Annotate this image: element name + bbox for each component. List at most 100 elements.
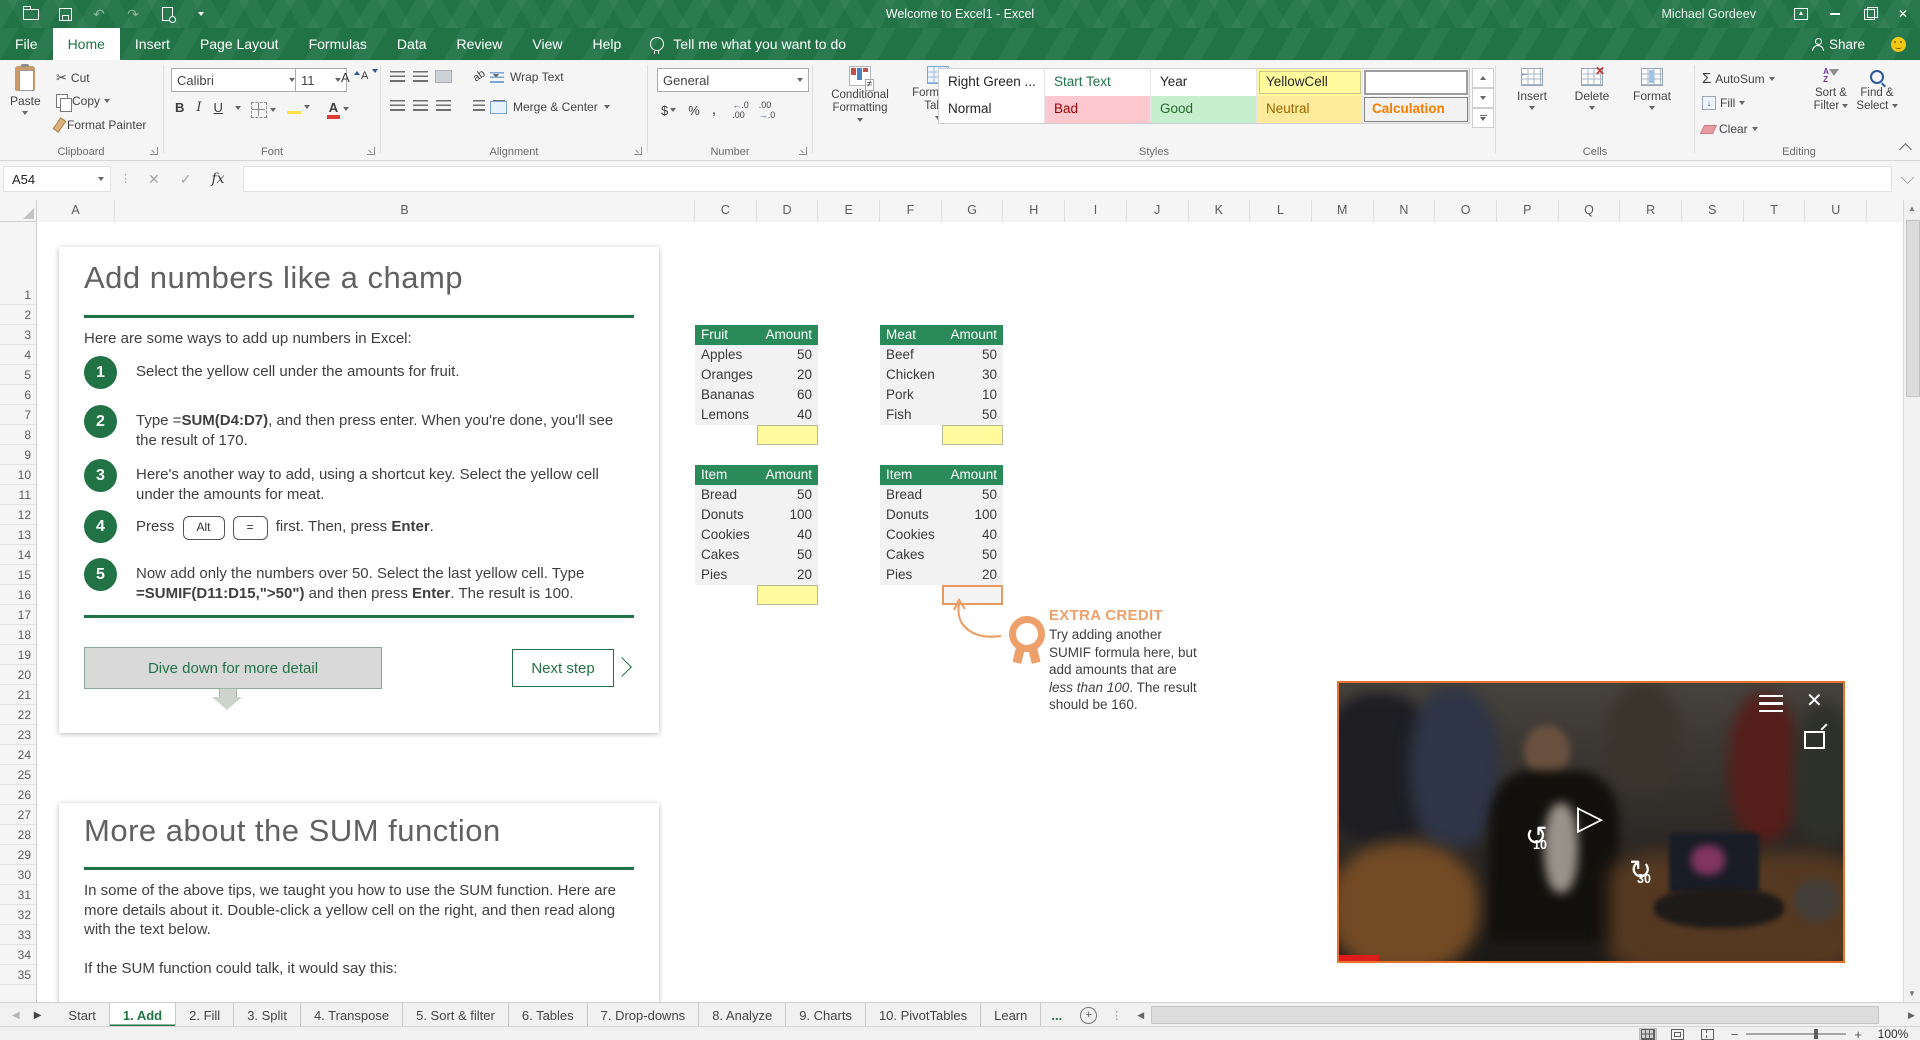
yellow-answer-cell[interactable] (757, 425, 818, 445)
bold-button[interactable]: B (175, 100, 184, 115)
sheet-tab-10-pivottables[interactable]: 10. PivotTables (866, 1003, 982, 1027)
row-header-27[interactable]: 27 (0, 805, 36, 825)
row-header-9[interactable]: 9 (0, 445, 36, 465)
conditional-formatting-button[interactable]: Conditional Formatting (816, 66, 904, 122)
new-sheet-button[interactable]: + (1072, 1003, 1105, 1027)
fill-color-icon[interactable] (287, 100, 301, 114)
header-item[interactable]: Item (880, 465, 942, 485)
style-calculation[interactable]: Calculation (1363, 96, 1469, 123)
column-header-N[interactable]: N (1374, 200, 1436, 222)
sheet-tab-start[interactable]: Start (55, 1003, 110, 1027)
worksheet-grid[interactable]: Add numbers like a champ Here are some w… (37, 222, 1903, 1002)
font-dialog-launcher-icon[interactable] (367, 147, 375, 155)
cell-value[interactable]: 40 (757, 405, 818, 425)
style-start-text[interactable]: Start Text (1045, 69, 1151, 96)
decrease-indent-icon[interactable] (473, 100, 485, 111)
bottom-align-icon[interactable] (435, 69, 452, 83)
column-header-A[interactable]: A (37, 200, 115, 222)
cell-pork[interactable]: Pork (880, 385, 942, 405)
header-item[interactable]: Item (695, 465, 757, 485)
sheet-nav-prev-icon[interactable]: ◀ (12, 1010, 20, 1021)
row-header-8[interactable]: 8 (0, 425, 36, 445)
grow-font-button[interactable]: A (341, 70, 360, 85)
name-box[interactable]: A54 (3, 166, 111, 192)
ribbon-tab-formulas[interactable]: Formulas (294, 28, 382, 60)
tell-me-box[interactable]: Tell me what you want to do (650, 28, 846, 60)
empty-cell[interactable] (695, 585, 757, 605)
row-header-14[interactable]: 14 (0, 545, 36, 565)
cell-value[interactable]: 10 (942, 385, 1003, 405)
row-header-3[interactable]: 3 (0, 325, 36, 345)
paste-button[interactable]: Paste (10, 64, 41, 115)
align-left-icon[interactable] (390, 100, 405, 111)
row-header-24[interactable]: 24 (0, 745, 36, 765)
sheet-tab-9-charts[interactable]: 9. Charts (786, 1003, 866, 1027)
style-normal[interactable]: Normal (939, 96, 1045, 123)
cell-value[interactable]: 50 (942, 345, 1003, 365)
row-header-28[interactable]: 28 (0, 825, 36, 845)
column-header-Q[interactable]: Q (1559, 200, 1621, 222)
number-format-select[interactable]: General (657, 68, 809, 92)
select-all-corner[interactable] (0, 200, 37, 222)
percent-style-icon[interactable]: % (688, 103, 700, 118)
increase-decimal-icon[interactable]: ←.0.00 (732, 100, 749, 120)
page-break-view-icon[interactable] (1700, 1028, 1716, 1040)
sheet-tab-8-analyze[interactable]: 8. Analyze (699, 1003, 787, 1027)
header-amount[interactable]: Amount (942, 325, 1003, 345)
yellow-answer-cell[interactable] (757, 585, 818, 605)
cell-cakes[interactable]: Cakes (695, 545, 757, 565)
cell-bread[interactable]: Bread (880, 485, 942, 505)
delete-cells-button[interactable]: Delete (1563, 64, 1621, 110)
shrink-font-button[interactable]: A (361, 69, 379, 82)
minimize-icon[interactable] (1818, 0, 1852, 28)
cell-lemons[interactable]: Lemons (695, 405, 757, 425)
scroll-down-icon[interactable]: ▼ (1904, 985, 1920, 1002)
ribbon-tab-data[interactable]: Data (382, 28, 442, 60)
row-header-26[interactable]: 26 (0, 785, 36, 805)
cell-cakes[interactable]: Cakes (880, 545, 942, 565)
insert-function-icon[interactable]: fx (211, 171, 224, 187)
formula-input[interactable] (243, 166, 1892, 192)
header-fruit[interactable]: Fruit (695, 325, 757, 345)
column-header-U[interactable]: U (1805, 200, 1868, 222)
horizontal-scrollbar[interactable]: ◀ ▶ (1132, 1003, 1920, 1027)
borders-icon[interactable] (251, 102, 267, 118)
row-header-23[interactable]: 23 (0, 725, 36, 745)
cell-value[interactable]: 50 (942, 485, 1003, 505)
column-header-R[interactable]: R (1620, 200, 1682, 222)
cell-cookies[interactable]: Cookies (695, 525, 757, 545)
zoom-level[interactable]: 100% (1870, 1027, 1916, 1040)
column-header-S[interactable]: S (1682, 200, 1744, 222)
font-size-select[interactable]: 11 (295, 68, 347, 92)
ribbon-tab-home[interactable]: Home (52, 28, 120, 60)
row-header-6[interactable]: 6 (0, 385, 36, 405)
cell-cookies[interactable]: Cookies (880, 525, 942, 545)
sheet-tab-6-tables[interactable]: 6. Tables (509, 1003, 588, 1027)
cell-pies[interactable]: Pies (880, 565, 942, 585)
column-header-M[interactable]: M (1312, 200, 1374, 222)
row-header-31[interactable]: 31 (0, 885, 36, 905)
name-box-dropdown-icon[interactable] (98, 177, 104, 181)
empty-cell[interactable] (695, 425, 757, 445)
sort-filter-button[interactable]: AZ Sort & Filter (1808, 68, 1854, 113)
header-meat[interactable]: Meat (880, 325, 942, 345)
cell-value[interactable]: 20 (757, 365, 818, 385)
style-good[interactable]: Good (1151, 96, 1257, 123)
middle-align-icon[interactable] (413, 70, 428, 82)
column-header-K[interactable]: K (1189, 200, 1251, 222)
video-player[interactable]: ✕ ↺ 10 ▷ ↻ 30 (1337, 681, 1845, 963)
row-header-2[interactable]: 2 (0, 305, 36, 325)
column-header-G[interactable]: G (942, 200, 1004, 222)
cell-value[interactable]: 30 (942, 365, 1003, 385)
column-header-T[interactable]: T (1744, 200, 1806, 222)
ribbon-tab-review[interactable]: Review (442, 28, 518, 60)
empty-cell[interactable] (880, 425, 942, 445)
cell-value[interactable]: 100 (757, 505, 818, 525)
clipboard-dialog-launcher-icon[interactable] (150, 147, 158, 155)
number-dialog-launcher-icon[interactable] (799, 147, 807, 155)
column-header-E[interactable]: E (818, 200, 881, 222)
cell-value[interactable]: 50 (757, 485, 818, 505)
cell-value[interactable]: 20 (942, 565, 1003, 585)
insert-cells-button[interactable]: Insert (1503, 68, 1561, 110)
vertical-scrollbar[interactable]: ▲ ▼ (1903, 200, 1920, 1002)
